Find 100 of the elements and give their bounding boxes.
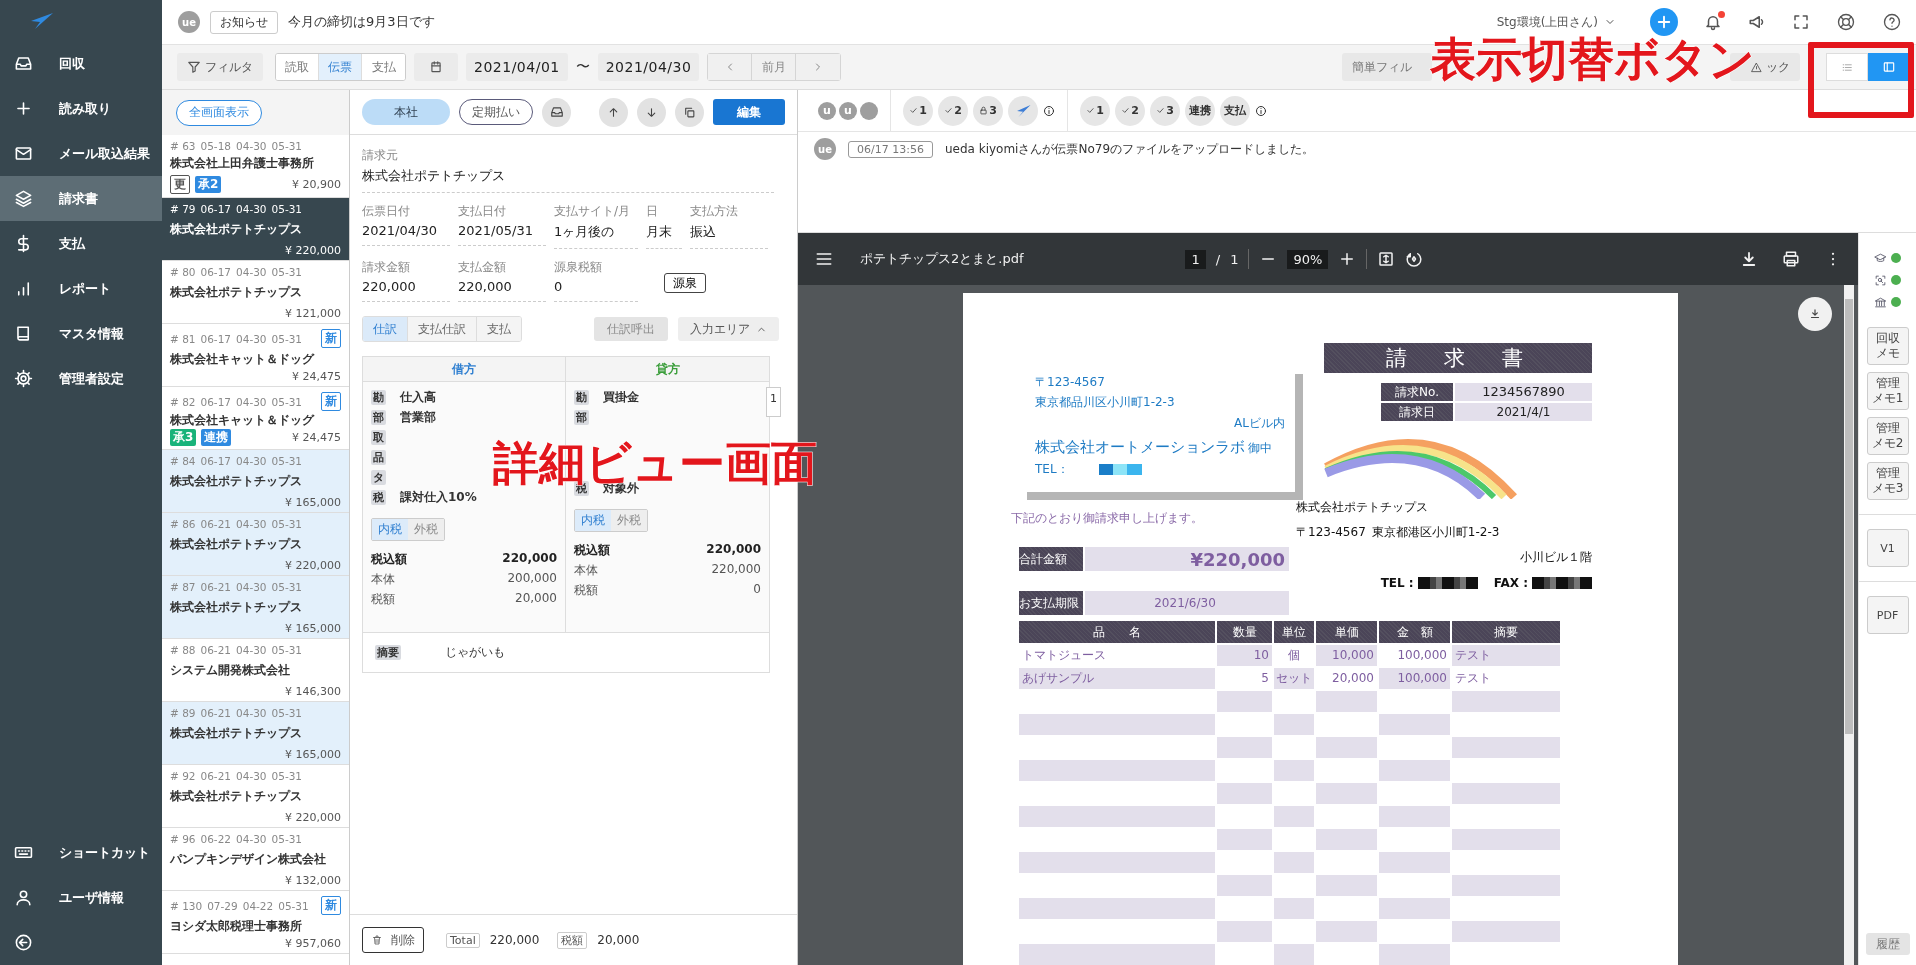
- user-avatar: [860, 101, 878, 120]
- info-icon[interactable]: [1255, 104, 1267, 117]
- withholding-button[interactable]: 源泉: [664, 273, 706, 293]
- print-icon[interactable]: [1782, 250, 1800, 268]
- nav-item[interactable]: 管理者設定: [0, 356, 162, 401]
- table-cell: [1379, 806, 1450, 827]
- nav-item[interactable]: 請求書: [0, 176, 162, 221]
- page-separator: /: [1215, 251, 1221, 267]
- help-icon[interactable]: [1882, 12, 1902, 32]
- field-tag: 税: [371, 490, 386, 505]
- approval-step[interactable]: 2: [938, 95, 968, 126]
- fit-page-icon[interactable]: [1377, 250, 1396, 268]
- field-label: 支払方法: [690, 203, 739, 220]
- invoice-list-item[interactable]: # 84 06-17 04-30 05-31 株式会社ポテトチップス ¥ 165,000: [162, 450, 349, 513]
- invoice-number: # 81: [170, 332, 196, 345]
- pdf-button[interactable]: PDF: [1866, 596, 1909, 634]
- approval-step[interactable]: [1008, 95, 1038, 126]
- page-number-field[interactable]: 1: [1185, 249, 1206, 269]
- journal-tab[interactable]: 支払仕訳: [408, 317, 477, 341]
- invoice-number: # 79: [170, 203, 196, 215]
- fullscreen-icon[interactable]: [1792, 13, 1810, 31]
- edit-button[interactable]: 編集: [713, 99, 785, 125]
- mode-tab[interactable]: 読取: [276, 54, 319, 80]
- info-icon[interactable]: [1043, 104, 1055, 117]
- memo-button[interactable]: 管理 メモ2: [1866, 417, 1909, 455]
- input-area-button[interactable]: 入力エリア: [678, 317, 779, 341]
- table-cell: [1379, 944, 1450, 965]
- zoom-field[interactable]: 90%: [1287, 249, 1329, 269]
- inbox-button[interactable]: [542, 97, 571, 127]
- date-field[interactable]: 2021/04/01: [466, 53, 568, 81]
- filter-button[interactable]: フィルタ: [177, 53, 263, 81]
- recipient-company: 株式会社オートメーションラボ: [1035, 438, 1245, 457]
- scrollbar[interactable]: [1845, 299, 1853, 734]
- approval-step[interactable]: 支払: [1220, 95, 1250, 126]
- calendar-button[interactable]: [414, 53, 458, 81]
- invoice-date: 06-22: [200, 833, 231, 845]
- bell-icon[interactable]: [1704, 13, 1722, 31]
- status-dot: [1891, 275, 1901, 285]
- view-toggle[interactable]: [1868, 53, 1910, 81]
- approval-step[interactable]: 3: [973, 95, 1003, 126]
- nav-item[interactable]: メール取込結果: [0, 131, 162, 176]
- copy-button[interactable]: [675, 97, 704, 127]
- version-button[interactable]: V1: [1866, 529, 1909, 567]
- invoice-list-item[interactable]: # 87 06-21 04-30 05-31 株式会社ポテトチップス ¥ 165,000: [162, 576, 349, 639]
- recurring-button[interactable]: 定期払い: [459, 99, 533, 125]
- history-button[interactable]: 履歴: [1865, 933, 1910, 955]
- journal-tab[interactable]: 仕訳: [363, 317, 408, 341]
- megaphone-icon[interactable]: [1748, 13, 1766, 31]
- page-indicator[interactable]: 1: [766, 387, 781, 417]
- approval-step[interactable]: 1: [1080, 95, 1110, 126]
- journal-tab[interactable]: 支払: [477, 317, 521, 341]
- field-label: 支払金額: [458, 259, 507, 276]
- table-cell: [1274, 944, 1314, 965]
- download-button[interactable]: [1798, 297, 1832, 331]
- invoice-amount: ¥ 220,000: [285, 244, 341, 257]
- lifebuoy-icon[interactable]: [1836, 12, 1856, 32]
- mode-tab[interactable]: 伝票: [319, 54, 362, 80]
- approval-step[interactable]: 2: [1115, 95, 1145, 126]
- memo-button[interactable]: 回収 メモ: [1866, 327, 1909, 365]
- meta-label: 請求No.: [1381, 383, 1453, 401]
- nav-item[interactable]: 支払: [0, 221, 162, 266]
- add-button[interactable]: [1650, 8, 1678, 36]
- nav-item[interactable]: マスタ情報: [0, 311, 162, 356]
- invoice-date: 04-30: [236, 140, 267, 152]
- delete-button[interactable]: 削除: [362, 927, 424, 953]
- invoice-list-item[interactable]: # 89 06-21 04-30 05-31 株式会社ポテトチップス ¥ 165,000: [162, 702, 349, 765]
- check-icon: [944, 106, 954, 115]
- invoice-list-item[interactable]: # 79 06-17 04-30 05-31 株式会社ポテトチップス ¥ 220,000: [162, 198, 349, 261]
- approval-step[interactable]: 連携: [1185, 95, 1215, 126]
- rotate-icon[interactable]: [1405, 250, 1424, 268]
- fullscreen-button[interactable]: 全画面表示: [176, 99, 262, 126]
- nav-item[interactable]: 回収: [0, 41, 162, 86]
- column-header: 数量: [1217, 621, 1272, 643]
- date-field[interactable]: 2021/04/30: [597, 53, 700, 81]
- check-icon: [1156, 106, 1166, 115]
- download-icon[interactable]: [1740, 250, 1758, 268]
- memo-button[interactable]: 管理 メモ1: [1866, 372, 1909, 410]
- environment-selector[interactable]: Stg環境(上田さん): [1496, 13, 1616, 31]
- branch-button[interactable]: 本社: [362, 99, 450, 125]
- table-cell: [1217, 737, 1272, 758]
- invoice-list-item[interactable]: # 86 06-21 04-30 05-31 株式会社ポテトチップス ¥ 220,000: [162, 513, 349, 576]
- tax-mode-toggle[interactable]: 内税: [575, 510, 611, 531]
- nav-item[interactable]: ユーザ情報: [0, 875, 162, 920]
- nav-item[interactable]: ショートカット: [0, 830, 162, 875]
- nav-item[interactable]: 読み取り: [0, 86, 162, 131]
- nav-item[interactable]: レポート: [0, 266, 162, 311]
- approval-step[interactable]: 1: [903, 95, 933, 126]
- redaction-mark: [1417, 577, 1478, 589]
- table-cell: テスト: [1452, 645, 1560, 666]
- table-cell-text: 100,000: [1396, 647, 1448, 664]
- tax-mode-toggle[interactable]: 内税: [372, 519, 408, 540]
- mail-icon: [14, 144, 33, 163]
- table-cell: [1217, 691, 1272, 712]
- invoice-date: 05-31: [271, 833, 303, 845]
- field-value: 220,000: [362, 276, 450, 302]
- invoice-number: # 96: [170, 833, 196, 845]
- total-label: 本体: [371, 571, 395, 588]
- column-header: 摘要: [1452, 621, 1560, 643]
- approval-step[interactable]: 3: [1150, 95, 1180, 126]
- memo-button[interactable]: 管理 メモ3: [1866, 462, 1909, 500]
